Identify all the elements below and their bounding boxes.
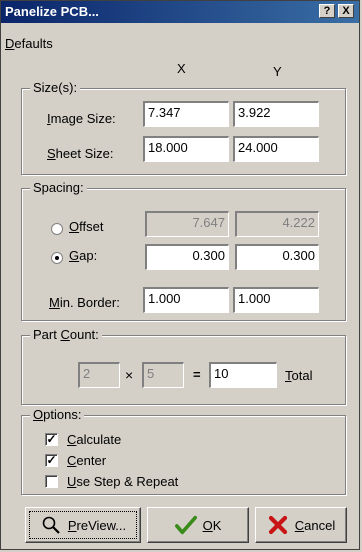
red-x-icon: [267, 514, 289, 536]
center-label[interactable]: Center: [67, 453, 106, 468]
center-checkbox[interactable]: ✓: [45, 454, 58, 467]
menu-defaults-accel: D: [5, 36, 15, 51]
panelize-dialog: Panelize PCB... ? X Defaults X Y Size(s)…: [0, 0, 360, 550]
image-size-x-field[interactable]: 7.347: [143, 101, 229, 127]
min-border-y-field[interactable]: 1.000: [233, 287, 319, 313]
window-title: Panelize PCB...: [5, 4, 99, 19]
offset-radio[interactable]: [51, 223, 63, 235]
part-count-total-field[interactable]: 10: [209, 362, 277, 388]
options-legend: Options:: [30, 407, 85, 422]
spacing-legend: Spacing:: [30, 180, 87, 195]
part-count-legend: Part Count:: [30, 327, 102, 342]
cancel-button[interactable]: Cancel: [255, 507, 347, 543]
checkmark-icon: [174, 514, 197, 536]
gap-x-field[interactable]: 0.300: [145, 244, 229, 270]
times-symbol: ×: [125, 367, 134, 383]
help-button[interactable]: ?: [319, 4, 335, 18]
offset-label[interactable]: Offset: [69, 219, 103, 234]
column-y-header: Y: [273, 64, 282, 79]
gap-radio[interactable]: [51, 252, 63, 264]
cancel-button-label: Cancel: [294, 517, 336, 533]
preview-button-label: PreView...: [67, 517, 127, 533]
sizes-legend: Size(s):: [30, 80, 81, 95]
step-repeat-checkbox[interactable]: [45, 475, 58, 488]
calculate-checkbox[interactable]: ✓: [45, 433, 58, 446]
gap-label[interactable]: Gap:: [69, 248, 97, 263]
title-bar[interactable]: Panelize PCB... ? X: [1, 1, 359, 23]
offset-y-field: 4.222: [235, 211, 319, 237]
equals-symbol: =: [193, 367, 201, 382]
part-count-cols-field: 2: [78, 362, 120, 388]
ok-button[interactable]: OK: [147, 507, 249, 543]
preview-button[interactable]: PreView...: [25, 507, 141, 543]
checkmark-icon: ✓: [46, 453, 57, 467]
checkmark-icon: ✓: [46, 432, 57, 446]
sheet-size-y-field[interactable]: 24.000: [233, 136, 319, 162]
menu-defaults-label: efaults: [14, 36, 53, 51]
step-repeat-label[interactable]: Use Step & Repeat: [67, 474, 178, 489]
image-size-label: Image Size:: [47, 111, 116, 126]
total-label: Total: [285, 368, 313, 383]
offset-x-field: 7.647: [145, 211, 229, 237]
image-size-y-field[interactable]: 3.922: [233, 101, 319, 127]
sheet-size-x-field[interactable]: 18.000: [143, 136, 229, 162]
calculate-label[interactable]: Calculate: [67, 432, 121, 447]
part-count-rows-field: 5: [142, 362, 184, 388]
gap-radio-dot: [55, 256, 59, 260]
gap-y-field[interactable]: 0.300: [235, 244, 319, 270]
min-border-x-field[interactable]: 1.000: [143, 287, 229, 313]
magnifier-icon: [40, 514, 62, 536]
min-border-label: Min. Border:: [49, 295, 120, 310]
column-x-header: X: [177, 61, 186, 76]
menu-defaults[interactable]: Defaults: [5, 36, 53, 51]
sheet-size-label: Sheet Size:: [47, 146, 114, 161]
ok-button-label: OK: [202, 517, 222, 533]
close-button[interactable]: X: [338, 4, 354, 18]
